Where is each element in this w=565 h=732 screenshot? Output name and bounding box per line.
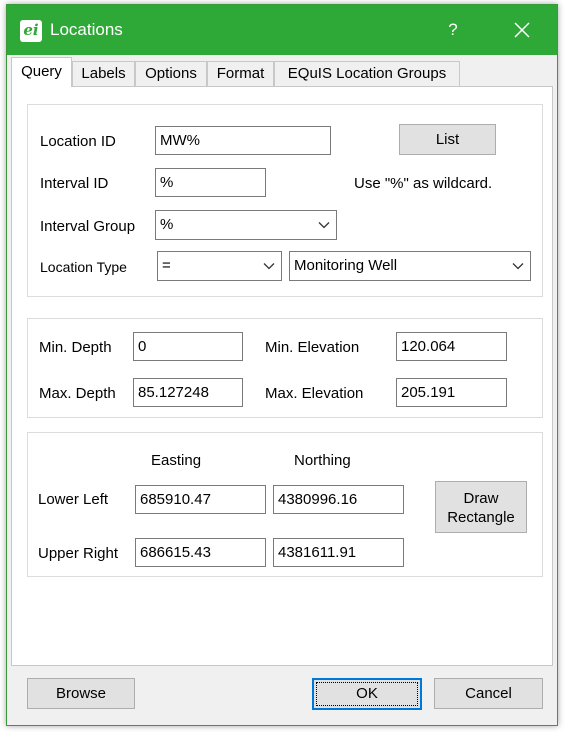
cancel-button[interactable]: Cancel — [434, 678, 543, 709]
title-bar[interactable]: ei Locations ? — [7, 5, 557, 55]
location-id-label: Location ID — [40, 133, 116, 150]
chevron-down-icon — [263, 263, 275, 270]
location-type-operator-select[interactable]: = — [157, 251, 282, 281]
easting-header: Easting — [151, 452, 202, 469]
draw-rectangle-line2: Rectangle — [447, 509, 515, 526]
close-button[interactable] — [497, 13, 547, 47]
max-depth-input[interactable]: 85.127248 — [133, 378, 243, 407]
close-icon — [514, 22, 530, 38]
interval-group-select[interactable]: % — [155, 210, 337, 240]
chevron-down-icon — [512, 263, 524, 270]
upper-right-northing-input[interactable]: 4381611.91 — [273, 538, 404, 567]
location-filter-group: Location ID MW% List Interval ID % Use "… — [27, 104, 543, 297]
max-elevation-label: Max. Elevation — [265, 385, 364, 402]
window-title: Locations — [50, 20, 123, 39]
tab-query[interactable]: Query — [11, 57, 72, 87]
help-button[interactable]: ? — [433, 15, 473, 45]
chevron-down-icon — [318, 222, 330, 229]
tab-equis-location-groups[interactable]: EQuIS Location Groups — [274, 61, 460, 86]
browse-button[interactable]: Browse — [27, 678, 135, 709]
extent-group: Easting Northing Lower Left 685910.47 43… — [27, 432, 543, 577]
location-type-value: Monitoring Well — [294, 257, 398, 274]
interval-group-label: Interval Group — [40, 218, 136, 235]
depth-elevation-group: Min. Depth 0 Min. Elevation 120.064 Max.… — [27, 318, 543, 418]
draw-rectangle-line1: Draw — [463, 490, 499, 507]
tab-options[interactable]: Options — [135, 61, 207, 86]
lower-left-easting-input[interactable]: 685910.47 — [135, 485, 266, 514]
interval-id-input[interactable]: % — [155, 168, 266, 197]
min-elevation-label: Min. Elevation — [265, 339, 360, 356]
query-panel: Location ID MW% List Interval ID % Use "… — [11, 86, 553, 666]
wildcard-hint: Use "%" as wildcard. — [354, 175, 493, 192]
location-type-select[interactable]: Monitoring Well — [289, 251, 531, 281]
max-elevation-input[interactable]: 205.191 — [396, 378, 507, 407]
min-depth-input[interactable]: 0 — [133, 332, 243, 361]
min-elevation-input[interactable]: 120.064 — [396, 332, 507, 361]
max-depth-label: Max. Depth — [39, 385, 116, 402]
location-type-label: Location Type — [40, 259, 127, 275]
location-type-operator-value: = — [162, 257, 171, 274]
locations-dialog: ei Locations ? Query Labels Options Form… — [6, 4, 558, 726]
lower-left-northing-input[interactable]: 4380996.16 — [273, 485, 404, 514]
upper-right-easting-input[interactable]: 686615.43 — [135, 538, 266, 567]
app-icon: ei — [20, 20, 42, 42]
tab-labels[interactable]: Labels — [72, 61, 135, 86]
list-button[interactable]: List — [399, 124, 496, 155]
location-id-input[interactable]: MW% — [155, 126, 331, 155]
tab-format[interactable]: Format — [207, 61, 274, 86]
lower-left-label: Lower Left — [38, 491, 109, 508]
upper-right-label: Upper Right — [38, 545, 119, 562]
draw-rectangle-button[interactable]: Draw Rectangle — [435, 481, 527, 533]
focus-rectangle — [316, 682, 418, 706]
interval-group-value: % — [160, 216, 174, 233]
tab-strip: Query Labels Options Format EQuIS Locati… — [7, 55, 557, 87]
interval-id-label: Interval ID — [40, 175, 109, 192]
min-depth-label: Min. Depth — [39, 339, 112, 356]
ok-button[interactable]: OK — [312, 678, 422, 710]
northing-header: Northing — [294, 452, 351, 469]
